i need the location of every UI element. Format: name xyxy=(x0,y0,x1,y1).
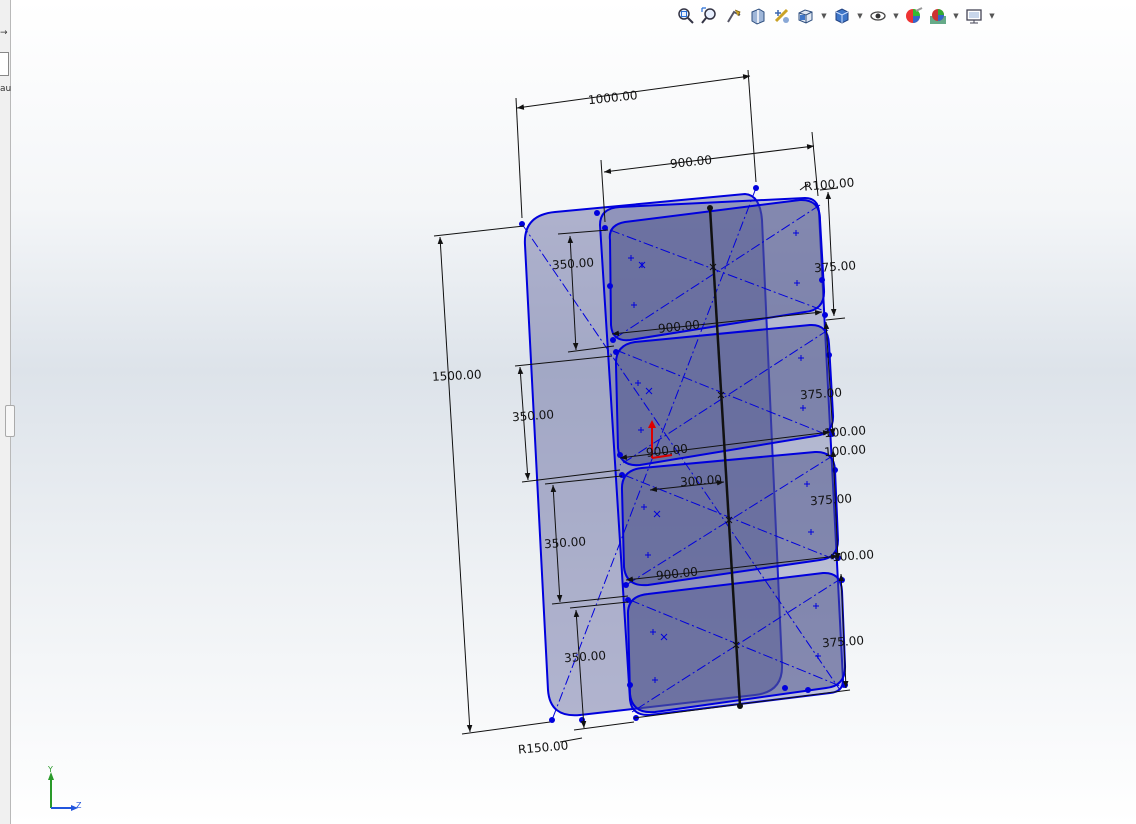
dim-gap1[interactable]: 100.00 xyxy=(824,423,867,440)
dim-slot3-height[interactable]: 350.00 xyxy=(544,534,587,551)
dim-slot1-right[interactable]: 375.00 xyxy=(814,258,857,275)
dim-center-offset[interactable]: 300.00 xyxy=(680,472,723,489)
reference-triad: Y Z xyxy=(47,765,82,811)
dim-radius-top[interactable]: R100.00 xyxy=(803,175,854,193)
dim-slot3-right[interactable]: 375.00 xyxy=(810,491,853,508)
graphics-area[interactable]: 1000.00 900.00 R100.00 1500.00 350.00 37… xyxy=(0,0,1136,824)
dim-inner-width-top[interactable]: 900.00 xyxy=(669,153,712,171)
dim-overall-width[interactable]: 1000.00 xyxy=(587,88,638,107)
dim-slot1-height[interactable]: 350.00 xyxy=(552,255,595,272)
dim-slot2-right[interactable]: 375.00 xyxy=(800,385,843,402)
dim-radius-bottom[interactable]: R150.00 xyxy=(517,738,568,756)
triad-z-label: Z xyxy=(76,801,82,810)
dim-overall-height[interactable]: 1500.00 xyxy=(432,367,482,384)
dim-gap2[interactable]: 100.00 xyxy=(824,442,867,459)
triad-y-label: Y xyxy=(47,765,53,774)
dim-slot2-height[interactable]: 350.00 xyxy=(512,407,555,424)
dim-gap3[interactable]: 100.00 xyxy=(832,547,875,564)
dim-slot4-height[interactable]: 350.00 xyxy=(564,648,607,665)
dim-slot4-right[interactable]: 375.00 xyxy=(822,633,865,650)
